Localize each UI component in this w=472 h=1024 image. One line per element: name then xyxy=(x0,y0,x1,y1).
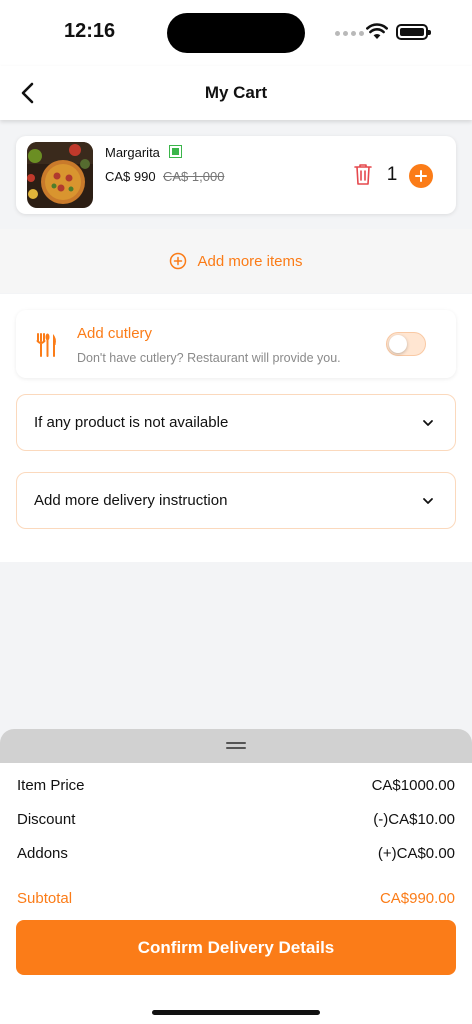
sheet-drag-bar[interactable] xyxy=(0,729,472,763)
product-unavailable-dropdown[interactable]: If any product is not available xyxy=(16,394,456,451)
quantity-value: 1 xyxy=(386,164,398,185)
pizza-image xyxy=(27,142,93,208)
drag-handle-icon xyxy=(226,742,246,750)
chevron-down-icon xyxy=(423,420,433,426)
order-options-section: Add cutlery Don't have cutlery? Restaura… xyxy=(0,294,472,562)
summary-label: Discount xyxy=(17,811,76,828)
confirm-delivery-details-button[interactable]: Confirm Delivery Details xyxy=(16,920,456,975)
add-more-items-button[interactable]: Add more items xyxy=(0,229,472,293)
status-time: 12:16 xyxy=(64,20,116,42)
chevron-down-icon xyxy=(423,498,433,504)
add-cutlery-card: Add cutlery Don't have cutlery? Restaura… xyxy=(16,310,456,378)
summary-value: CA$1000.00 xyxy=(371,777,455,794)
discount-row: Discount (-)CA$10.00 xyxy=(17,811,455,828)
app-header: My Cart xyxy=(0,66,472,120)
addons-row: Addons (+)CA$0.00 xyxy=(17,845,455,862)
add-more-items-label: Add more items xyxy=(197,252,303,270)
cutlery-toggle[interactable] xyxy=(386,332,426,356)
subtotal-row: Subtotal CA$990.00 xyxy=(17,890,455,907)
summary-value: (+)CA$0.00 xyxy=(377,845,455,862)
summary-label: Addons xyxy=(17,845,68,862)
summary-label: Item Price xyxy=(17,777,85,794)
add-cutlery-subtitle: Don't have cutlery? Restaurant will prov… xyxy=(77,351,341,365)
dynamic-island xyxy=(167,13,305,53)
cart-item-card: Margarita CA$ 990 CA$ 1,000 1 xyxy=(16,136,456,214)
cellular-signal-icon xyxy=(335,31,364,36)
page-title: My Cart xyxy=(204,83,268,102)
item-price: CA$ 990 xyxy=(105,169,156,184)
trash-icon[interactable] xyxy=(353,162,373,186)
plus-circle-icon xyxy=(170,252,187,270)
subtotal-value: CA$990.00 xyxy=(379,890,455,907)
order-summary-sheet: Item Price CA$1000.00 Discount (-)CA$10.… xyxy=(0,729,472,1024)
subtotal-label: Subtotal xyxy=(17,890,73,907)
item-original-price: CA$ 1,000 xyxy=(163,169,225,184)
item-name: Margarita xyxy=(105,145,160,160)
wifi-icon xyxy=(366,23,388,39)
status-bar: 12:16 xyxy=(0,0,472,66)
add-cutlery-title: Add cutlery xyxy=(77,325,153,342)
item-price-row: Item Price CA$1000.00 xyxy=(17,777,455,794)
summary-value: (-)CA$10.00 xyxy=(373,811,455,828)
cutlery-icon xyxy=(36,333,56,357)
battery-icon xyxy=(396,24,431,40)
increase-quantity-button[interactable] xyxy=(409,164,433,188)
delivery-instruction-dropdown[interactable]: Add more delivery instruction xyxy=(16,472,456,529)
home-indicator xyxy=(152,1010,320,1015)
product-unavailable-label: If any product is not available xyxy=(34,414,229,431)
delivery-instruction-label: Add more delivery instruction xyxy=(34,492,228,509)
veg-indicator-icon xyxy=(169,145,182,158)
